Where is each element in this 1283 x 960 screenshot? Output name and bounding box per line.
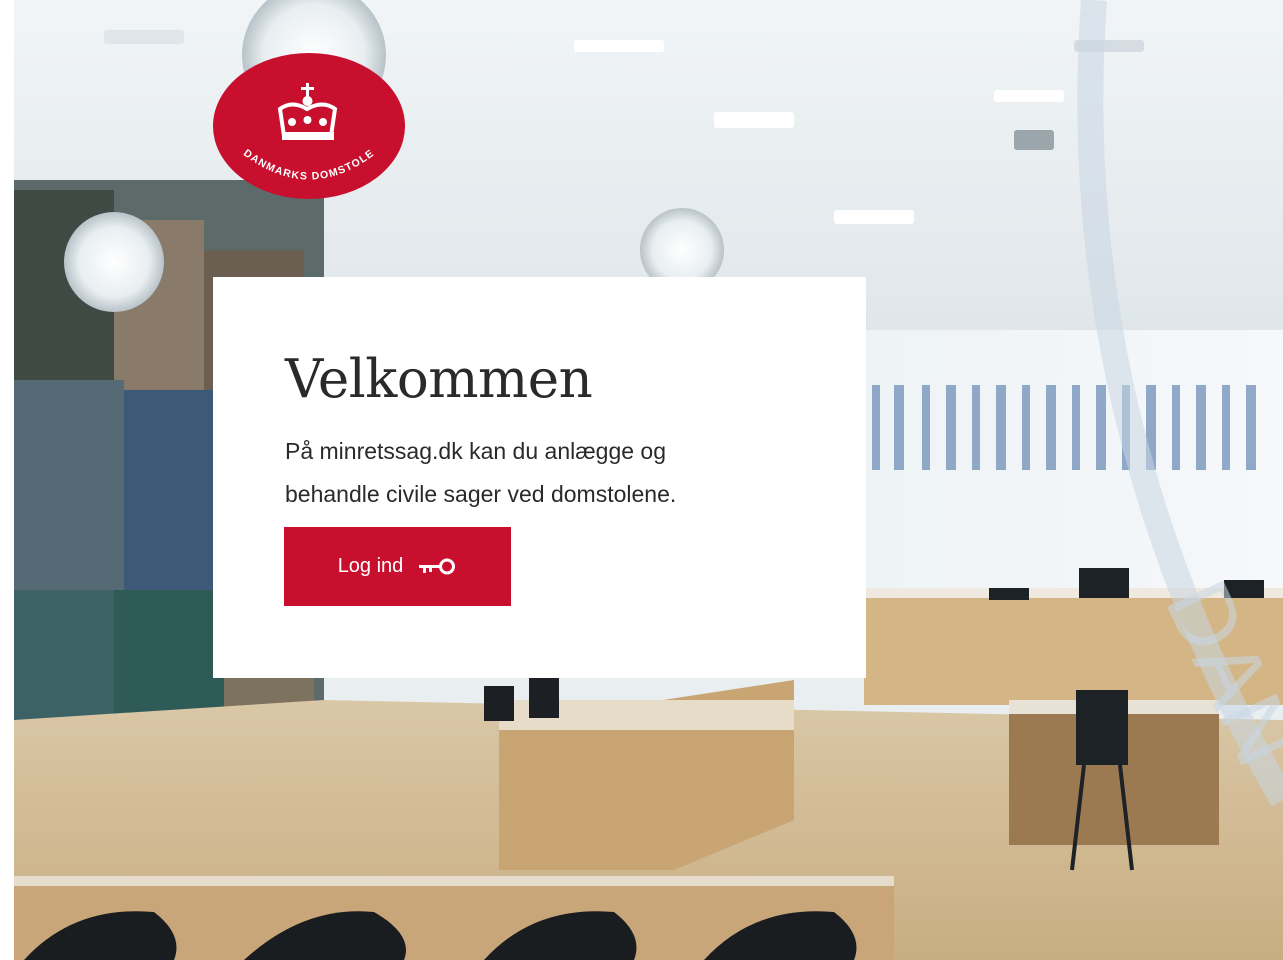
login-button-label: Log ind xyxy=(337,555,404,577)
welcome-card: Velkommen På minretssag.dk kan du anlægg… xyxy=(213,277,866,678)
page-margin xyxy=(0,0,14,960)
welcome-line-2: behandle civile sager ved domstolene. xyxy=(285,481,677,507)
welcome-text: På minretssag.dk kan du anlægge og behan… xyxy=(285,430,755,516)
page-title: Velkommen xyxy=(285,349,593,410)
login-button[interactable]: Log ind xyxy=(284,527,511,606)
danmarks-domstole-logo[interactable]: DANMARKS DOMSTOLE xyxy=(212,52,406,200)
welcome-line-1: På minretssag.dk kan du anlægge og xyxy=(285,438,667,464)
key-icon xyxy=(417,558,457,576)
page: DAN DANMARKS DOMSTOLE Velkommen På minre… xyxy=(0,0,1283,960)
